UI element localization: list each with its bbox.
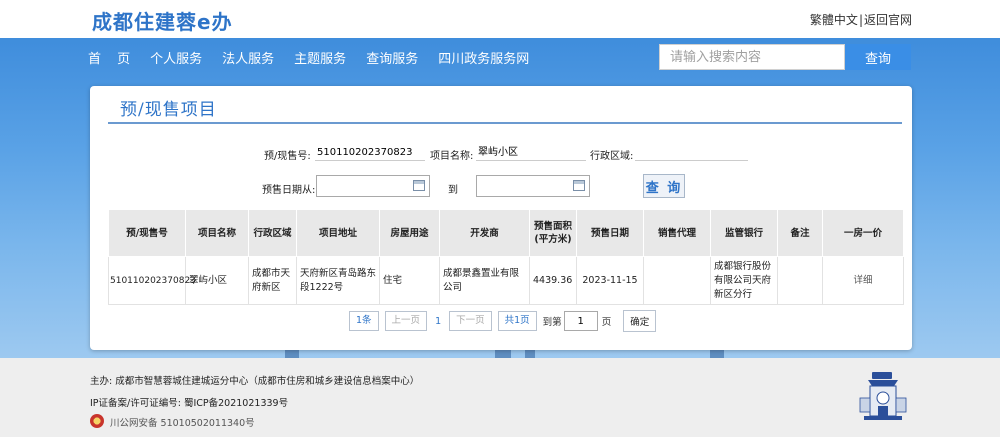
district-label: 行政区域: xyxy=(590,151,634,162)
police-emblem-icon xyxy=(90,414,104,428)
results-table: 预/现售号 项目名称 行政区域 项目地址 房屋用途 开发商 预售面积(平方米) … xyxy=(108,209,904,305)
date-to-label: 到 xyxy=(448,185,458,196)
nav-topic-services[interactable]: 主题服务 xyxy=(294,48,346,67)
next-page-button[interactable]: 下一页 xyxy=(449,311,492,331)
goto-confirm-button[interactable]: 确定 xyxy=(623,310,657,332)
calendar-icon[interactable] xyxy=(573,180,585,191)
nav-home[interactable]: 首 页 xyxy=(88,48,136,67)
cell-price-detail: 详细 xyxy=(822,256,904,305)
presale-project-panel: 预/现售项目 预/现售号: 510110202370823 项目名称: 翠屿小区… xyxy=(90,86,912,350)
header-links: 繁體中文|返回官网 xyxy=(810,11,912,28)
cell-agent xyxy=(643,256,711,305)
column-header: 预售日期 xyxy=(576,209,644,257)
icp-line: IP证备案/许可证编号: 蜀ICP备2021021339号 xyxy=(90,395,288,409)
table-row: 510110202370823 翠屿小区 成都市天府新区 天府新区青岛路东段12… xyxy=(108,256,904,305)
main-nav: 首 页 个人服务 法人服务 主题服务 查询服务 四川政务服务网 xyxy=(88,38,549,76)
column-header: 一房一价 xyxy=(822,209,904,257)
cell-presale-no: 510110202370823 xyxy=(108,256,196,305)
date-to-input[interactable] xyxy=(476,175,590,197)
search-button[interactable]: 查询 xyxy=(845,44,911,70)
table-header-row: 预/现售号 项目名称 行政区域 项目地址 房屋用途 开发商 预售面积(平方米) … xyxy=(108,209,904,257)
column-header: 销售代理 xyxy=(643,209,711,257)
nav-corporate-services[interactable]: 法人服务 xyxy=(222,48,274,67)
cell-area: 4439.36 xyxy=(529,256,577,305)
site-title[interactable]: 成都住建蓉e办 xyxy=(92,6,233,35)
back-to-official-site-link[interactable]: 返回官网 xyxy=(864,13,912,27)
traditional-chinese-link[interactable]: 繁體中文 xyxy=(810,13,858,27)
sponsor-value: 成都市智慧蓉城住建城运分中心（成都市住房和城乡建设信息档案中心） xyxy=(115,376,420,387)
search-input[interactable] xyxy=(659,44,845,70)
column-header: 房屋用途 xyxy=(379,209,440,257)
nav-personal-services[interactable]: 个人服务 xyxy=(150,48,202,67)
police-station-icon[interactable] xyxy=(858,368,908,424)
cell-address: 天府新区青岛路东段1222号 xyxy=(296,256,380,305)
cell-district: 成都市天府新区 xyxy=(248,256,297,305)
project-name-field[interactable]: 翠屿小区 xyxy=(476,145,586,161)
sponsor-line: 主办: 成都市智慧蓉城住建城运分中心（成都市住房和城乡建设信息档案中心） xyxy=(90,373,419,387)
cell-developer: 成都景鑫置业有限公司 xyxy=(439,256,530,305)
column-header: 行政区域 xyxy=(248,209,297,257)
goto-prefix: 到第 xyxy=(542,317,562,328)
cell-usage: 住宅 xyxy=(379,256,440,305)
column-header: 备注 xyxy=(777,209,823,257)
date-from-label: 预售日期从: xyxy=(262,185,316,196)
footer: 主办: 成都市智慧蓉城住建城运分中心（成都市住房和城乡建设信息档案中心） IP证… xyxy=(0,358,1000,437)
cell-project-name: 翠屿小区 xyxy=(185,256,249,305)
column-header: 预/现售号 xyxy=(108,209,186,257)
price-detail-link[interactable]: 详细 xyxy=(853,275,872,286)
link-separator: | xyxy=(858,13,863,27)
icp-value[interactable]: 蜀ICP备2021021339号 xyxy=(184,398,288,409)
nav-query-services[interactable]: 查询服务 xyxy=(366,48,418,67)
column-header: 开发商 xyxy=(439,209,530,257)
goto-page-input[interactable] xyxy=(563,311,598,331)
goto-suffix: 页 xyxy=(601,317,612,328)
cell-bank: 成都银行股份有限公司天府新区分行 xyxy=(710,256,778,305)
current-page: 1 xyxy=(435,315,442,327)
cell-remark xyxy=(777,256,823,305)
pagination: 1条 上一页 1 下一页 共1页 到第 页 确定 xyxy=(349,310,657,332)
presale-no-field[interactable]: 510110202370823 xyxy=(315,145,425,161)
sponsor-label: 主办: xyxy=(90,376,113,387)
nav-sichuan-gov-service[interactable]: 四川政务服务网 xyxy=(438,48,529,67)
site-search: 查询 xyxy=(659,44,911,70)
date-from-input[interactable] xyxy=(316,175,430,197)
total-pages: 共1页 xyxy=(497,311,537,331)
project-name-label: 项目名称: xyxy=(430,151,474,162)
cell-date: 2023-11-15 xyxy=(576,256,644,305)
column-header: 项目名称 xyxy=(185,209,249,257)
police-record[interactable]: 川公网安备 51010502011340号 xyxy=(110,415,255,429)
presale-no-label: 预/现售号: xyxy=(264,151,311,162)
calendar-icon[interactable] xyxy=(413,180,425,191)
total-count: 1条 xyxy=(349,311,379,331)
column-header: 监管银行 xyxy=(710,209,778,257)
top-bar: 成都住建蓉e办 繁體中文|返回官网 xyxy=(0,0,1000,38)
query-button[interactable]: 查 询 xyxy=(643,174,685,198)
district-field[interactable] xyxy=(635,145,748,161)
column-header: 项目地址 xyxy=(296,209,380,257)
title-divider xyxy=(108,122,902,124)
panel-title: 预/现售项目 xyxy=(120,100,217,120)
column-header: 预售面积(平方米) xyxy=(529,209,577,257)
prev-page-button[interactable]: 上一页 xyxy=(384,311,428,331)
icp-label: IP证备案/许可证编号: xyxy=(90,398,181,409)
